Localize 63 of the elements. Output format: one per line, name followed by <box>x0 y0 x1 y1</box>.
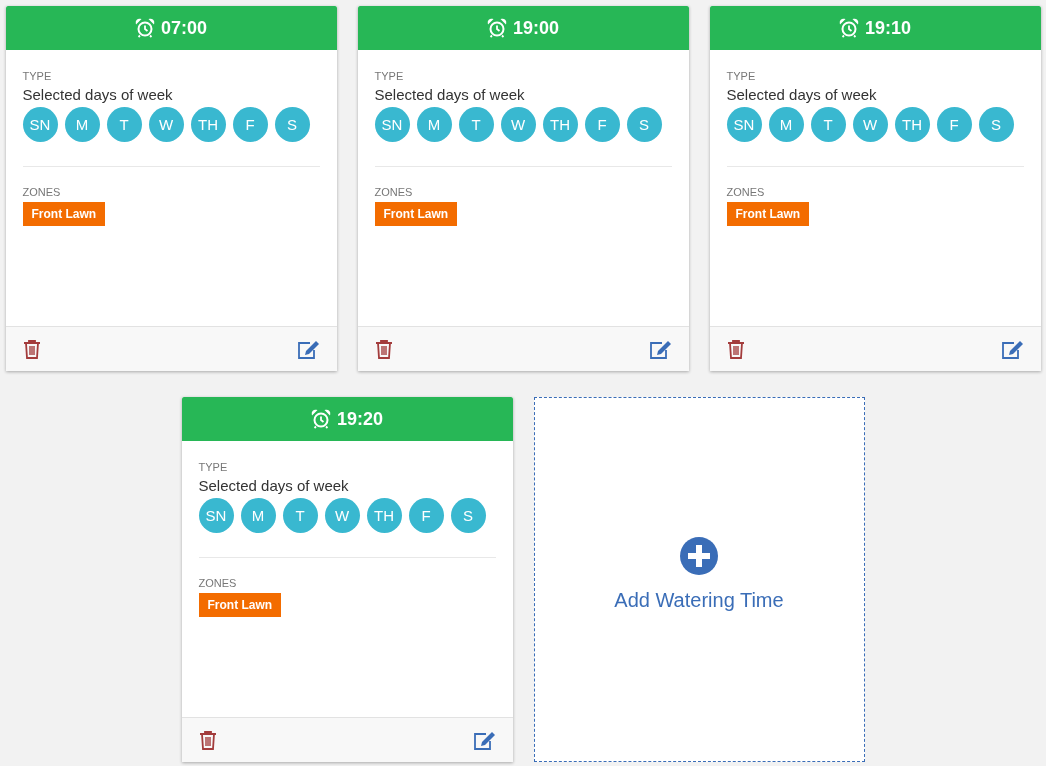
alarm-clock-icon <box>486 18 507 38</box>
day-chip[interactable]: F <box>584 107 620 142</box>
day-chip[interactable]: T <box>106 107 142 142</box>
day-chip[interactable]: SN <box>198 498 234 533</box>
day-chip[interactable]: S <box>274 107 310 142</box>
day-chip[interactable]: SN <box>22 107 58 142</box>
day-chip[interactable]: F <box>232 107 268 142</box>
type-value: Selected days of week <box>22 86 174 103</box>
schedule-time: 19:10 <box>864 17 911 39</box>
edit-button[interactable] <box>648 339 672 359</box>
type-value: Selected days of week <box>198 477 350 494</box>
type-label: TYPE <box>198 461 229 473</box>
zone-tag: Front Lawn <box>198 593 282 617</box>
plus-circle-icon <box>680 537 718 575</box>
zones-label: ZONES <box>374 186 414 198</box>
day-chip[interactable]: W <box>500 107 536 142</box>
type-value: Selected days of week <box>374 86 526 103</box>
edit-button[interactable] <box>296 339 320 359</box>
day-chip[interactable]: TH <box>542 107 578 142</box>
day-chip[interactable]: W <box>148 107 184 142</box>
type-label: TYPE <box>726 70 757 82</box>
add-watering-time-label: Add Watering Time <box>614 589 784 612</box>
alarm-clock-icon <box>838 18 859 38</box>
day-chip[interactable]: TH <box>366 498 402 533</box>
schedule-time: 19:20 <box>336 408 383 430</box>
day-chip[interactable]: T <box>810 107 846 142</box>
zone-tag: Front Lawn <box>22 202 106 226</box>
zone-tag: Front Lawn <box>726 202 810 226</box>
alarm-clock-icon <box>134 18 155 38</box>
delete-button[interactable] <box>374 339 393 359</box>
day-chip[interactable]: F <box>408 498 444 533</box>
edit-button[interactable] <box>472 730 496 750</box>
zones-label: ZONES <box>198 577 238 589</box>
delete-button[interactable] <box>22 339 41 359</box>
zones-label: ZONES <box>726 186 766 198</box>
add-watering-time-card[interactable]: Add Watering Time <box>533 397 865 762</box>
day-chip[interactable]: W <box>852 107 888 142</box>
schedule-time: 19:00 <box>512 17 559 39</box>
delete-button[interactable] <box>726 339 745 359</box>
edit-button[interactable] <box>1000 339 1024 359</box>
day-chip[interactable]: SN <box>374 107 410 142</box>
alarm-clock-icon <box>310 409 331 429</box>
day-chip[interactable]: T <box>282 498 318 533</box>
day-chip[interactable]: TH <box>894 107 930 142</box>
delete-button[interactable] <box>198 730 217 750</box>
day-chip[interactable]: T <box>458 107 494 142</box>
type-label: TYPE <box>22 70 53 82</box>
day-chip[interactable]: F <box>936 107 972 142</box>
day-chip[interactable]: S <box>450 498 486 533</box>
day-chip[interactable]: W <box>324 498 360 533</box>
day-chip[interactable]: S <box>626 107 662 142</box>
schedule-time: 07:00 <box>160 17 207 39</box>
zones-label: ZONES <box>22 186 62 198</box>
day-chip[interactable]: M <box>240 498 276 533</box>
day-chip[interactable]: M <box>64 107 100 142</box>
type-label: TYPE <box>374 70 405 82</box>
day-chip[interactable]: SN <box>726 107 762 142</box>
zone-tag: Front Lawn <box>374 202 458 226</box>
day-chip[interactable]: M <box>416 107 452 142</box>
day-chip[interactable]: TH <box>190 107 226 142</box>
type-value: Selected days of week <box>726 86 878 103</box>
day-chip[interactable]: S <box>978 107 1014 142</box>
day-chip[interactable]: M <box>768 107 804 142</box>
